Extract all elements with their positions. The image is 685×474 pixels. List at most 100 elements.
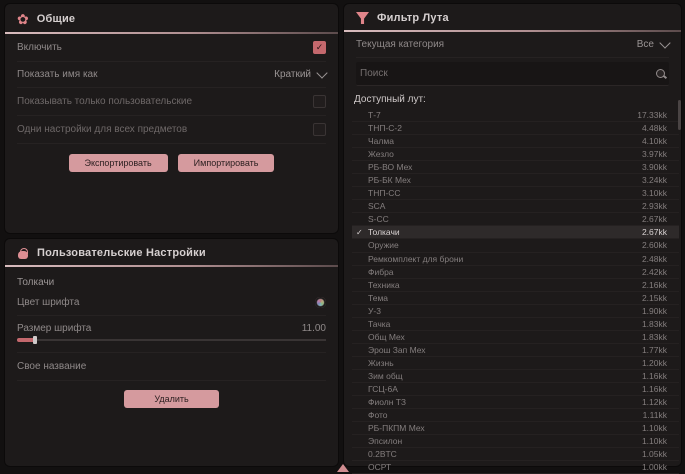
loot-list-item[interactable]: Фиолн ТЗ 1.12kk [352,396,679,409]
loot-list-item[interactable]: Зим общ 1.16kk [352,370,679,383]
font-size-row: Размер шрифта 11.00 [17,316,326,353]
loot-item-value: 3.90kk [642,162,667,172]
loot-item-value: 1.05kk [642,449,667,459]
loot-item-value: 2.15kk [642,293,667,303]
category-value: Все [637,39,654,50]
loot-item-name: РБ-ПКПМ Мех [368,423,642,433]
loot-item-name: РБ-БК Мех [368,175,642,185]
loot-list-item[interactable]: РБ-ПКПМ Мех 1.10kk [352,422,679,435]
loot-item-name: ТНП-СС [368,188,642,198]
loot-item-name: Жезло [368,149,642,159]
user-settings-title: Пользовательские Настройки [37,247,206,259]
loot-item-name: Техника [368,280,642,290]
name-display-dropdown[interactable]: Краткий [274,69,326,80]
available-loot-label: Доступный лут: [354,94,671,105]
loot-item-value: 2.42kk [642,267,667,277]
loot-list-item[interactable]: ✓ Толкачи 2.67kk [352,226,679,239]
loot-list-item[interactable]: Т-7 17.33kk [352,109,679,122]
loot-list-item[interactable]: РБ-БК Мех 3.24kk [352,174,679,187]
same-settings-label: Одни настройки для всех предметов [17,124,187,135]
loot-list-item[interactable]: РБ-ВО Мех 3.90kk [352,161,679,174]
loot-list-item[interactable]: Эрош Зап Мех 1.77kk [352,344,679,357]
filter-funnel-icon [356,12,369,24]
loot-item-name: Фибра [368,267,642,277]
loot-list-item[interactable]: Тема 2.15kk [352,292,679,305]
check-icon: ✓ [356,228,368,237]
delete-row: Удалить [5,381,338,408]
loot-list-item[interactable]: 0.2BTC 1.05kk [352,448,679,461]
search-icon[interactable] [655,68,667,80]
loot-list-item[interactable]: Оружие 2.60kk [352,239,679,252]
gear-icon: ✿ [17,12,29,26]
loot-item-value: 1.90kk [642,306,667,316]
loot-filter-title: Фильтр Лута [377,12,449,24]
loot-list-item[interactable]: ОСРТ 1.00kk [352,461,679,474]
loot-list-item[interactable]: ТНП-СС 3.10kk [352,187,679,200]
search-row [356,62,669,86]
backpack-icon [17,248,29,259]
slider-track [17,339,326,341]
loot-list-item[interactable]: ТНП-С-2 4.48kk [352,122,679,135]
search-input[interactable] [358,67,612,80]
loot-item-value: 1.77kk [642,345,667,355]
font-size-slider[interactable] [17,336,326,344]
loot-list-item[interactable]: У-3 1.90kk [352,305,679,318]
scrollbar-thumb[interactable] [678,100,681,130]
loot-item-value: 4.10kk [642,136,667,146]
import-button[interactable]: Импортировать [178,154,275,172]
loot-list-item[interactable]: Фото 1.11kk [352,409,679,422]
custom-name-input[interactable] [182,360,326,373]
loot-filter-header: Фильтр Лута [344,4,681,30]
loot-list-item[interactable]: ГСЦ-6А 1.16kk [352,383,679,396]
export-button[interactable]: Экспортировать [69,154,168,172]
loot-list-item[interactable]: SCA 2.93kk [352,200,679,213]
selected-item-name: Толкачи [17,277,326,288]
general-panel-header: ✿ Общие [5,4,338,32]
loot-item-value: 1.20kk [642,358,667,368]
loot-list-item[interactable]: S-CC 2.67kk [352,213,679,226]
loot-item-value: 2.67kk [642,214,667,224]
delete-button[interactable]: Удалить [124,390,218,408]
loot-list-item[interactable]: Тачка 1.83kk [352,318,679,331]
category-dropdown[interactable]: Все [637,39,669,50]
loot-item-name: Т-7 [368,110,637,120]
loot-item-name: Фото [368,410,643,420]
loot-list-item[interactable]: Чалма 4.10kk [352,135,679,148]
loot-item-value: 1.16kk [642,384,667,394]
loot-item-name: SCA [368,201,642,211]
loot-item-value: 2.48kk [642,254,667,264]
loot-item-name: S-CC [368,214,642,224]
only-custom-checkbox[interactable] [313,95,326,108]
loot-list-item[interactable]: Ремкомплект для брони 2.48kk [352,253,679,266]
name-display-row: Показать имя как Краткий [17,62,326,88]
loot-item-value: 2.16kk [642,280,667,290]
color-wheel-icon[interactable] [315,297,326,308]
loot-list-item[interactable]: Жезло 3.97kk [352,148,679,161]
enable-row: Включить ✓ [17,34,326,62]
same-settings-checkbox[interactable] [313,123,326,136]
loot-item-value: 1.83kk [642,332,667,342]
loot-item-value: 3.24kk [642,175,667,185]
loot-list-item[interactable]: Жизнь 1.20kk [352,357,679,370]
loot-item-name: Жизнь [368,358,642,368]
loot-item-value: 1.11kk [643,410,667,420]
loot-item-value: 2.60kk [642,240,667,250]
name-display-label: Показать имя как [17,69,97,80]
loot-list-item[interactable]: Техника 2.16kk [352,279,679,292]
general-panel: ✿ Общие Включить ✓ Показать имя как Крат… [5,4,338,233]
custom-name-row: Свое название [17,353,326,381]
font-size-value: 11.00 [302,323,326,334]
loot-item-name: Зим общ [368,371,642,381]
loot-item-name: РБ-ВО Мех [368,162,642,172]
loot-item-value: 1.10kk [642,423,667,433]
loot-list-item[interactable]: Общ Мех 1.83kk [352,331,679,344]
loot-list-item[interactable]: Эпсилон 1.10kk [352,435,679,448]
loot-item-value: 2.93kk [642,201,667,211]
slider-handle[interactable] [33,336,37,344]
only-custom-label: Показывать только пользовательские [17,96,192,107]
enable-checkbox[interactable]: ✓ [313,41,326,54]
loot-item-value: 1.16kk [642,371,667,381]
loot-list-item[interactable]: Фибра 2.42kk [352,266,679,279]
loot-item-value: 4.48kk [642,123,667,133]
loot-item-name: У-3 [368,306,642,316]
